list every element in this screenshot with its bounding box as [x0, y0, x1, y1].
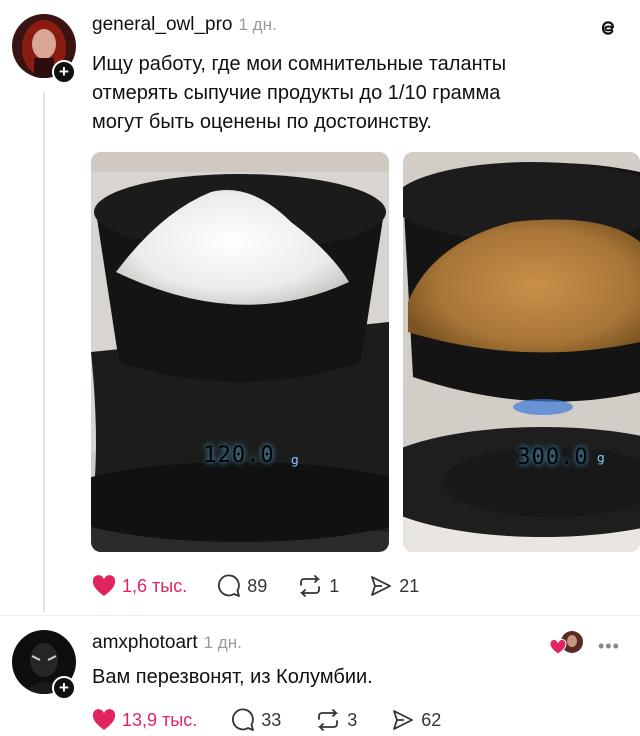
post-text-line: могут быть оценены по достоинству. — [92, 111, 432, 133]
reply-like-count: 13,9 тыс. — [122, 709, 198, 730]
follow-plus-button[interactable]: + — [52, 60, 76, 84]
repost-button[interactable]: 1 — [297, 574, 339, 598]
repost-icon — [318, 709, 339, 731]
repost-icon — [300, 575, 321, 597]
post-header: general_owl_pro 1 дн. — [92, 14, 277, 36]
reply-comment-count: 33 — [261, 709, 282, 730]
post-actions: 1,6 тыс. 89 1 21 — [92, 574, 419, 598]
reply-time: 1 дн. — [203, 633, 242, 652]
follow-plus-button[interactable]: + — [52, 676, 76, 700]
heart-filled-icon — [92, 709, 116, 730]
svg-text:g: g — [291, 453, 299, 467]
reply-comment-button[interactable]: 33 — [231, 708, 281, 732]
like-count: 1,6 тыс. — [122, 575, 188, 596]
comment-icon — [218, 574, 241, 597]
post-text-line: отмерять сыпучие продукты до 1/10 грамма — [92, 82, 501, 104]
post-time: 1 дн. — [238, 15, 277, 34]
post-text: Ищу работу, где мои сомнительные таланты… — [92, 50, 632, 137]
svg-text:g: g — [597, 451, 605, 465]
reply-header: amxphotoart 1 дн. — [92, 632, 242, 654]
heart-filled-icon — [92, 575, 116, 596]
thread-line — [43, 92, 45, 612]
reply-like-button[interactable]: 13,9 тыс. — [92, 709, 197, 731]
repost-count: 1 — [329, 575, 340, 596]
reply-username[interactable]: amxphotoart — [92, 632, 198, 654]
divider — [0, 615, 640, 616]
more-options-icon[interactable]: ••• — [598, 636, 620, 657]
author-liked-badge — [549, 630, 584, 656]
post-photo-2[interactable]: 300.0 g — [403, 152, 640, 552]
send-icon — [371, 576, 392, 596]
comment-icon — [232, 708, 255, 731]
reply-text: Вам перезвонят, из Колумбии. — [92, 666, 373, 688]
reply-actions: 13,9 тыс. 33 3 62 — [92, 708, 441, 732]
reply-repost-count: 3 — [347, 709, 358, 730]
comment-count: 89 — [247, 575, 268, 596]
reply-share-count: 62 — [421, 709, 442, 730]
send-icon — [393, 710, 414, 730]
reply-share-button[interactable]: 62 — [391, 708, 441, 732]
share-button[interactable]: 21 — [369, 574, 419, 598]
comment-button[interactable]: 89 — [217, 574, 267, 598]
reply-repost-button[interactable]: 3 — [315, 708, 357, 732]
scale-reading-2: 300.0 — [517, 445, 588, 470]
like-button[interactable]: 1,6 тыс. — [92, 575, 187, 597]
post-photo-1[interactable]: 120.0 g — [91, 152, 389, 552]
post-username[interactable]: general_owl_pro — [92, 14, 233, 36]
post-text-line: Ищу работу, где мои сомнительные таланты — [92, 53, 507, 75]
share-count: 21 — [399, 575, 420, 596]
threads-logo-icon[interactable] — [596, 16, 620, 40]
scale-reading-1: 120.0 — [203, 443, 274, 468]
